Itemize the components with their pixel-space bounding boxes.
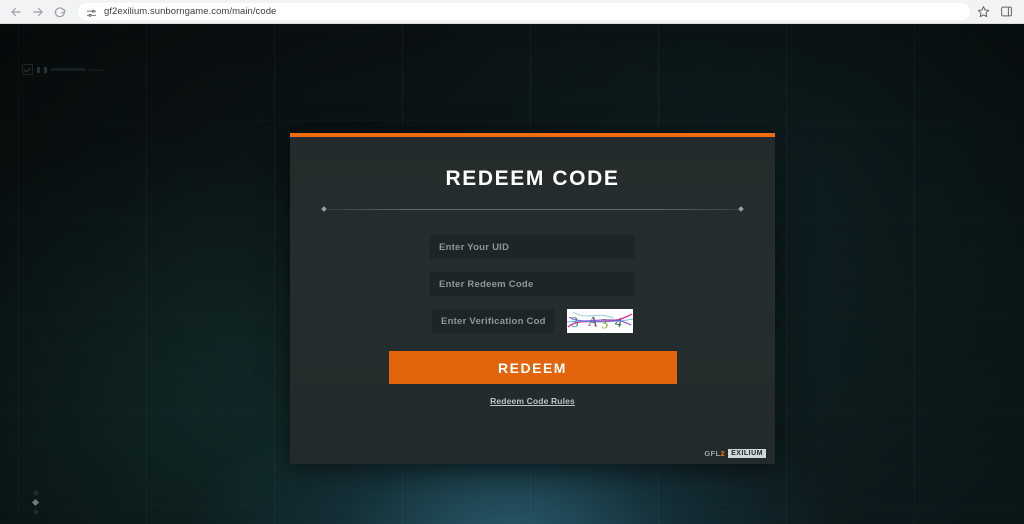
decorative-hud-marker [22, 64, 105, 75]
carousel-dot[interactable] [33, 490, 39, 496]
divider-line [327, 209, 738, 210]
redeem-form: 3 A 3 4 REDEEM Redeem Code Rules [290, 213, 775, 406]
address-bar[interactable]: gf2exilium.sunborngame.com/main/code [78, 3, 970, 20]
arrow-left-icon [9, 5, 23, 19]
verification-field-row: 3 A 3 4 [290, 309, 775, 333]
carousel-indicator[interactable] [33, 491, 38, 514]
page-title: REDEEM CODE [290, 133, 775, 191]
game-page-background: REDEEM CODE 3 A 3 [0, 24, 1024, 524]
redeem-code-input[interactable] [430, 272, 635, 296]
captcha-image[interactable]: 3 A 3 4 [567, 309, 633, 333]
hud-bar [51, 68, 85, 71]
hud-tick [44, 67, 47, 73]
browser-toolbar: gf2exilium.sunborngame.com/main/code [0, 0, 1024, 24]
bookmark-star-icon[interactable] [976, 4, 991, 19]
game-logo: GFL2 EXILIUM [704, 449, 766, 458]
side-panel-icon[interactable] [999, 4, 1014, 19]
hud-tick [37, 67, 40, 73]
submit-row: REDEEM [290, 351, 775, 384]
verification-code-input[interactable] [432, 309, 554, 333]
redeem-code-modal: REDEEM CODE 3 A 3 [290, 133, 775, 464]
title-divider [322, 206, 743, 213]
uid-input[interactable] [430, 235, 635, 259]
reload-button[interactable] [50, 2, 70, 22]
logo-brand: GFL2 [704, 449, 725, 458]
back-button[interactable] [6, 2, 26, 22]
url-text: gf2exilium.sunborngame.com/main/code [104, 6, 276, 17]
checkbox-icon [22, 64, 33, 75]
rules-row: Redeem Code Rules [290, 396, 775, 406]
divider-diamond-right [738, 206, 744, 212]
logo-subtitle: EXILIUM [728, 449, 766, 458]
tune-icon [86, 6, 97, 17]
arrow-right-icon [31, 5, 45, 19]
code-field-row [290, 272, 775, 296]
logo-brand-accent: 2 [721, 449, 726, 458]
divider-diamond-left [321, 206, 327, 212]
modal-accent-bar [290, 133, 775, 137]
redeem-code-rules-link[interactable]: Redeem Code Rules [490, 396, 575, 406]
carousel-dot[interactable] [33, 509, 39, 515]
reload-icon [53, 5, 67, 19]
logo-brand-text: GFL [704, 449, 720, 458]
forward-button[interactable] [28, 2, 48, 22]
redeem-button[interactable]: REDEEM [389, 351, 677, 384]
carousel-dot-active[interactable] [32, 499, 39, 506]
hud-bar [89, 69, 105, 71]
toolbar-actions [976, 4, 1018, 19]
uid-field-row [290, 235, 775, 259]
